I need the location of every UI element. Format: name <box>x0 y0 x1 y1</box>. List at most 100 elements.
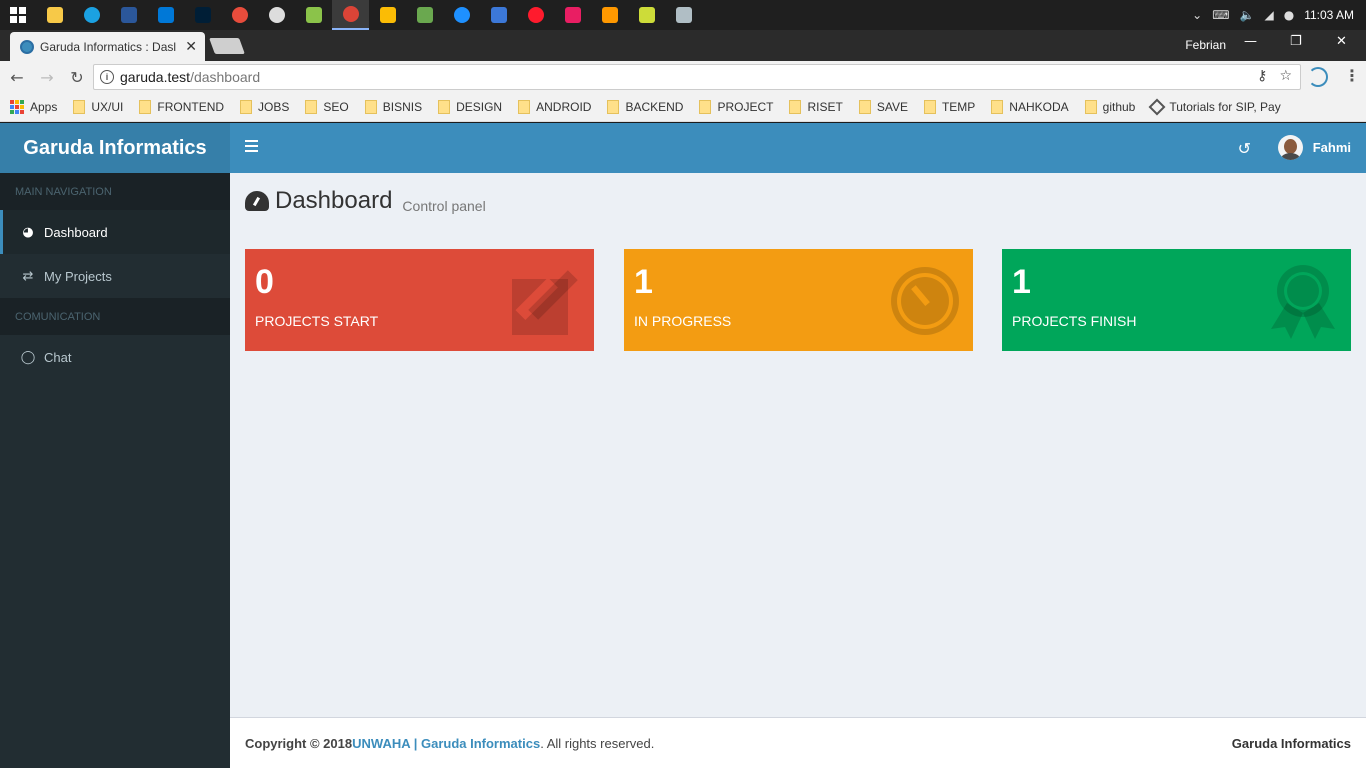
browser-profile[interactable]: Febrian <box>1185 38 1226 52</box>
folder-icon <box>1084 100 1097 114</box>
search-app-icon[interactable] <box>73 0 110 30</box>
edge-icon[interactable] <box>443 0 480 30</box>
stat-box-projects-finish[interactable]: 1 PROJECTS FINISH <box>1002 249 1351 351</box>
star-icon[interactable]: ☆ <box>1279 68 1292 84</box>
user-menu[interactable]: Fahmi <box>1277 135 1351 160</box>
remote-desktop-icon[interactable] <box>480 0 517 30</box>
bookmark-label: Tutorials for SIP, Pay <box>1169 100 1281 114</box>
stat-count: 1 <box>634 263 653 301</box>
lambda-app-icon[interactable] <box>406 0 443 30</box>
browser-tab[interactable]: Garuda Informatics : Dasl ✕ <box>10 32 205 61</box>
bookmark-label: github <box>1102 100 1136 114</box>
key-icon[interactable]: ⚷ <box>1257 68 1267 84</box>
footer-copyright: Copyright © 2018 <box>245 735 353 751</box>
folder-icon <box>518 100 531 114</box>
minimize-icon[interactable]: — <box>1244 34 1257 49</box>
stat-box-projects-start[interactable]: 0 PROJECTS START <box>245 249 594 351</box>
bookmark-label: DESIGN <box>456 100 503 114</box>
bookmark-label: PROJECT <box>717 100 774 114</box>
color-wheel-icon[interactable] <box>221 0 258 30</box>
opera-icon[interactable] <box>517 0 554 30</box>
window-app-icon[interactable] <box>665 0 702 30</box>
hs-app-icon[interactable] <box>628 0 665 30</box>
bookmark-bisnis[interactable]: BISNIS <box>364 100 423 114</box>
word-icon[interactable] <box>110 0 147 30</box>
keyboard-icon[interactable]: ⌨ <box>1212 8 1229 22</box>
bookmark-project[interactable]: PROJECT <box>699 100 773 114</box>
bookmark-github[interactable]: github <box>1084 100 1136 114</box>
folder-icon <box>699 100 712 114</box>
chevron-up-icon[interactable]: ⌄ <box>1192 8 1202 22</box>
info-icon[interactable]: i <box>100 70 114 84</box>
sidebar-item-chat[interactable]: ◯ Chat <box>0 335 230 379</box>
avatar <box>1277 135 1303 160</box>
bookmark-ux-ui[interactable]: UX/UI <box>73 100 123 114</box>
forward-icon[interactable]: → <box>34 68 60 87</box>
bookmark-temp[interactable]: TEMP <box>923 100 976 114</box>
app-red-icon[interactable] <box>554 0 591 30</box>
browser-menu-icon[interactable]: ⋮ <box>1344 66 1360 85</box>
bookmark-frontend[interactable]: FRONTEND <box>139 100 224 114</box>
url-text[interactable]: garuda.test/dashboard <box>120 69 260 85</box>
footer-link[interactable]: UNWAHA | Garuda Informatics <box>352 736 540 751</box>
back-icon[interactable]: ← <box>4 68 30 87</box>
app-page: Garuda Informatics ↺ Fahmi MAIN NAVIGATI… <box>0 123 1366 768</box>
keep-icon[interactable] <box>369 0 406 30</box>
bookmark-android[interactable]: ANDROID <box>518 100 591 114</box>
notepad-plus-icon[interactable] <box>295 0 332 30</box>
brand-logo[interactable]: Garuda Informatics <box>0 123 230 173</box>
network-icon[interactable]: ● <box>1284 8 1294 22</box>
file-explorer-icon[interactable] <box>36 0 73 30</box>
bookmark-design[interactable]: DESIGN <box>438 100 502 114</box>
url-path: /dashboard <box>190 69 261 85</box>
clock[interactable]: 11:03 AM <box>1304 8 1354 22</box>
folder-icon <box>240 100 253 114</box>
bookmark-label: BISNIS <box>382 100 423 114</box>
bookmark-label: SEO <box>323 100 349 114</box>
folder-icon <box>607 100 620 114</box>
address-bar[interactable]: i garuda.test/dashboard ⚷ ☆ <box>93 64 1301 90</box>
reload-icon[interactable]: ↻ <box>64 68 90 87</box>
bookmark-label: Apps <box>30 100 58 114</box>
bookmark-jobs[interactable]: JOBS <box>240 100 289 114</box>
stat-count: 0 <box>255 263 274 301</box>
edit-icon <box>512 270 578 335</box>
bookmark-tutorials-for-sip-pay[interactable]: Tutorials for SIP, Pay <box>1148 98 1281 116</box>
bookmark-nahkoda[interactable]: NAHKODA <box>991 100 1069 114</box>
bookmark-seo[interactable]: SEO <box>305 100 349 114</box>
sidebar-item-label: My Projects <box>44 268 112 284</box>
wifi-icon[interactable]: ◢ <box>1264 8 1273 22</box>
history-icon[interactable]: ↺ <box>1238 139 1251 158</box>
obs-icon[interactable] <box>258 0 295 30</box>
bookmark-label: RISET <box>807 100 843 114</box>
folder-icon <box>923 100 936 114</box>
volume-icon[interactable]: 🔈 <box>1240 8 1255 22</box>
bookmark-apps[interactable]: Apps <box>10 100 57 114</box>
folder-icon <box>789 100 802 114</box>
sidebar-item-dashboard[interactable]: ◕ Dashboard <box>0 210 230 254</box>
photoshop-icon[interactable] <box>184 0 221 30</box>
new-tab-button[interactable] <box>209 38 245 54</box>
bookmark-save[interactable]: SAVE <box>858 100 908 114</box>
footer: Copyright © 2018 UNWAHA | Garuda Informa… <box>230 717 1366 768</box>
sidebar-item-my-projects[interactable]: ⇄ My Projects <box>0 254 230 298</box>
settings-app-icon[interactable] <box>147 0 184 30</box>
stat-label: IN PROGRESS <box>634 313 732 329</box>
sidebar-header-communication: COMUNICATION <box>0 298 230 335</box>
url-host: garuda.test <box>120 69 191 85</box>
folder-icon <box>73 100 86 114</box>
windows-start-icon[interactable] <box>0 0 36 30</box>
stat-box-in-progress[interactable]: 1 IN PROGRESS <box>624 249 973 351</box>
bookmark-backend[interactable]: BACKEND <box>607 100 683 114</box>
close-window-icon[interactable]: ✕ <box>1336 34 1347 49</box>
extension-icon[interactable] <box>1308 67 1328 87</box>
close-tab-icon[interactable]: ✕ <box>185 39 197 55</box>
sidebar-toggle-icon[interactable] <box>245 140 258 152</box>
restore-icon[interactable]: ❐ <box>1290 34 1302 49</box>
bookmark-label: SAVE <box>876 100 908 114</box>
bookmark-label: TEMP <box>941 100 976 114</box>
sublime-icon[interactable] <box>591 0 628 30</box>
bookmark-label: JOBS <box>258 100 290 114</box>
bookmark-riset[interactable]: RISET <box>789 100 843 114</box>
chrome-icon[interactable] <box>332 0 369 30</box>
